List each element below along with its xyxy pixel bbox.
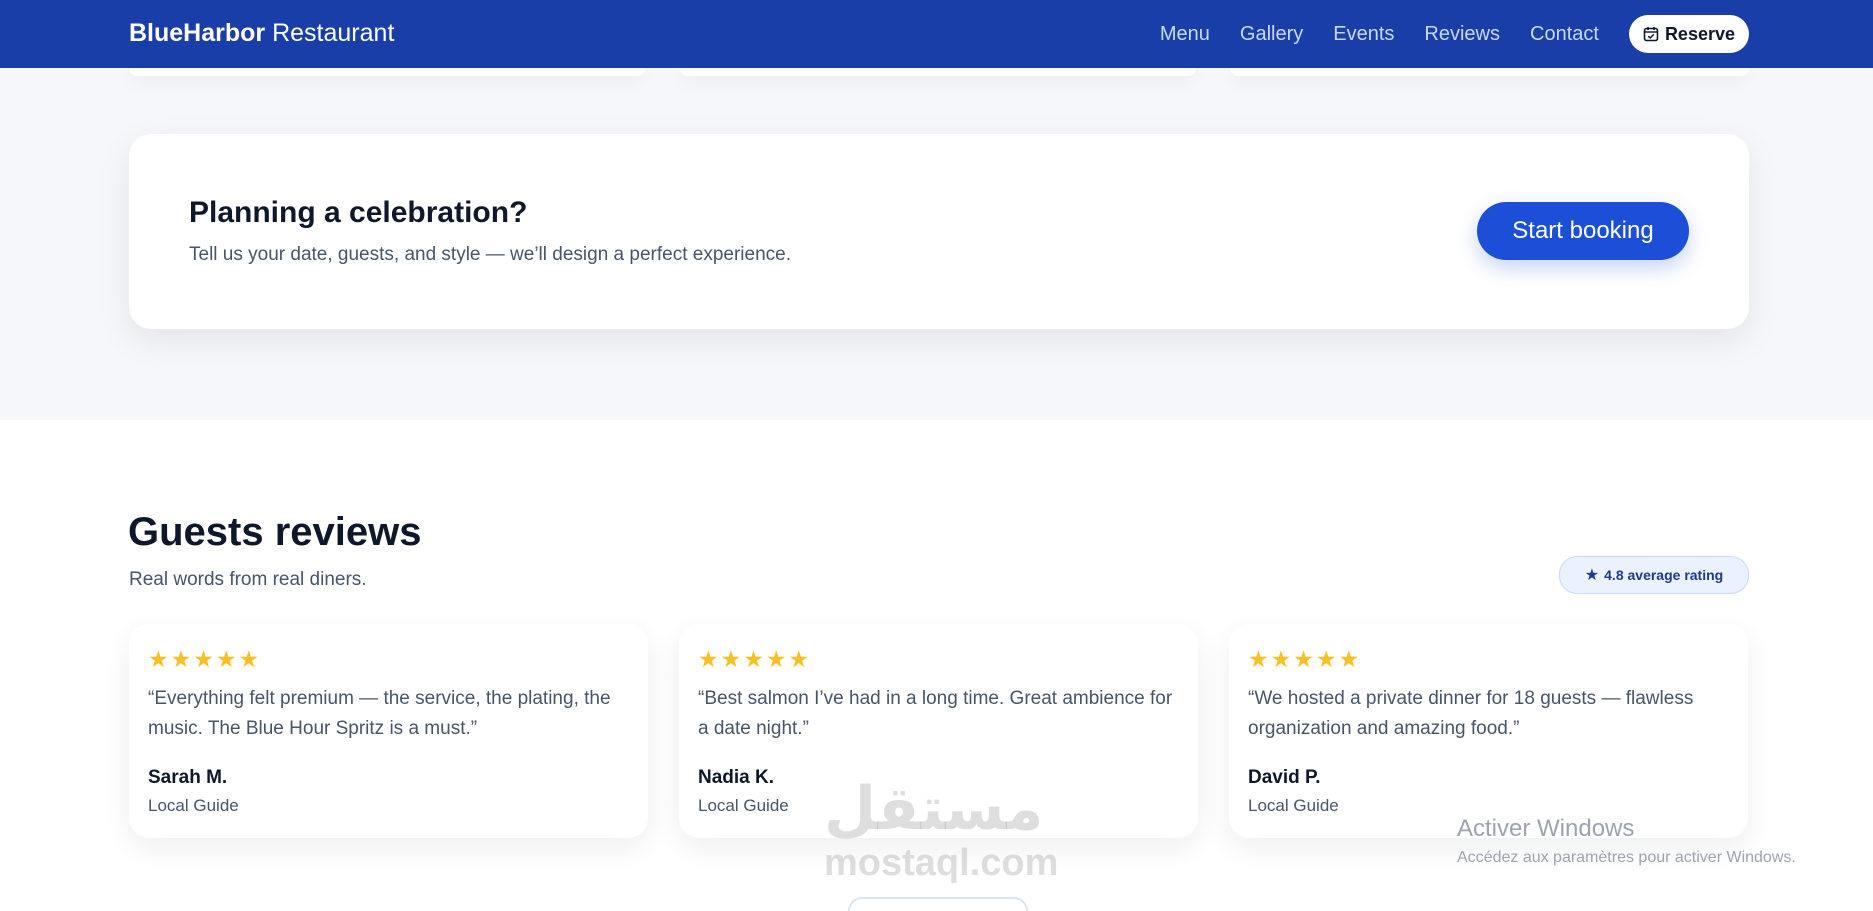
star-icon: ★ — [148, 646, 169, 672]
star-icon: ★ — [698, 646, 719, 672]
star-rating: ★ ★ ★ ★ ★ — [148, 648, 261, 671]
reviews-title: Guests reviews — [128, 510, 422, 554]
celebration-cta-card: Planning a celebration? Tell us your dat… — [129, 134, 1749, 329]
previous-card-bottom — [680, 68, 1196, 76]
review-author-role: Local Guide — [698, 796, 789, 815]
star-icon: ★ — [193, 646, 214, 672]
review-author: Sarah M. — [148, 767, 228, 788]
star-icon: ★ — [720, 646, 742, 672]
review-card: ★ ★ ★ ★ ★ “We hosted a private dinner for 18… — [1229, 624, 1748, 838]
brand-name-rest: Restaurant — [272, 19, 395, 47]
star-icon: ★ — [1248, 646, 1269, 672]
top-navbar: BlueHarbor Restaurant Menu Gallery Event… — [0, 0, 1873, 68]
previous-card-bottom — [1230, 68, 1749, 76]
start-booking-button[interactable]: Start booking — [1477, 202, 1689, 260]
main-nav: Menu Gallery Events Reviews Contact Rese… — [1130, 14, 1749, 54]
review-author: David P. — [1248, 767, 1321, 788]
star-icon: ★ — [1293, 646, 1314, 672]
brand-logo[interactable]: BlueHarbor Restaurant — [129, 19, 394, 48]
reviews-subtitle: Real words from real diners. — [129, 569, 367, 590]
star-rating: ★ ★ ★ ★ ★ — [1248, 648, 1361, 671]
review-author: Nadia K. — [698, 767, 775, 788]
review-author-role: Local Guide — [148, 796, 239, 815]
calendar-check-icon — [1643, 27, 1659, 42]
nav-gallery[interactable]: Gallery — [1240, 14, 1303, 54]
reserve-label: Reserve — [1664, 23, 1735, 44]
rating-text: 4.8 average rating — [1604, 567, 1724, 583]
star-icon: ★ — [1338, 646, 1360, 672]
star-icon: ★ — [170, 646, 192, 672]
next-section-button-top — [848, 897, 1028, 911]
star-icon: ★ — [1270, 646, 1292, 672]
mostaql-watermark-logo: مستقل — [824, 775, 1044, 842]
star-icon: ★ — [765, 646, 787, 672]
star-icon: ★ — [215, 646, 237, 672]
nav-reviews[interactable]: Reviews — [1424, 14, 1500, 54]
review-quote: “We hosted a private dinner for 18 guest… — [1248, 688, 1694, 739]
reserve-button[interactable]: Reserve — [1628, 15, 1749, 53]
star-icon: ★ — [1315, 646, 1337, 672]
average-rating-badge: ★ 4.8 average rating — [1559, 556, 1749, 594]
mostaql-watermark-text: mostaql.com — [824, 842, 1059, 884]
windows-activation-title: Activer Windows — [1457, 815, 1635, 842]
nav-menu[interactable]: Menu — [1160, 14, 1210, 54]
cta-title: Planning a celebration? — [189, 196, 528, 229]
star-icon: ★ — [1584, 567, 1600, 584]
review-quote: “Everything felt premium — the service, … — [148, 688, 611, 739]
star-rating: ★ ★ ★ ★ ★ — [698, 648, 811, 671]
previous-card-bottom — [129, 68, 645, 76]
review-quote: “Best salmon I’ve had in a long time. Gr… — [698, 688, 1173, 739]
brand-name-bold: BlueHarbor — [129, 19, 266, 47]
windows-activation-subtitle: Accédez aux paramètres pour activer Wind… — [1457, 849, 1796, 866]
cta-subtitle: Tell us your date, guests, and style — w… — [189, 244, 791, 265]
review-author-role: Local Guide — [1248, 796, 1339, 815]
nav-events[interactable]: Events — [1333, 14, 1394, 54]
star-icon: ★ — [238, 646, 260, 672]
review-card: ★ ★ ★ ★ ★ “Everything felt premium — the ser… — [129, 624, 648, 838]
star-icon: ★ — [743, 646, 764, 672]
star-icon: ★ — [788, 646, 810, 672]
nav-contact[interactable]: Contact — [1530, 14, 1599, 54]
